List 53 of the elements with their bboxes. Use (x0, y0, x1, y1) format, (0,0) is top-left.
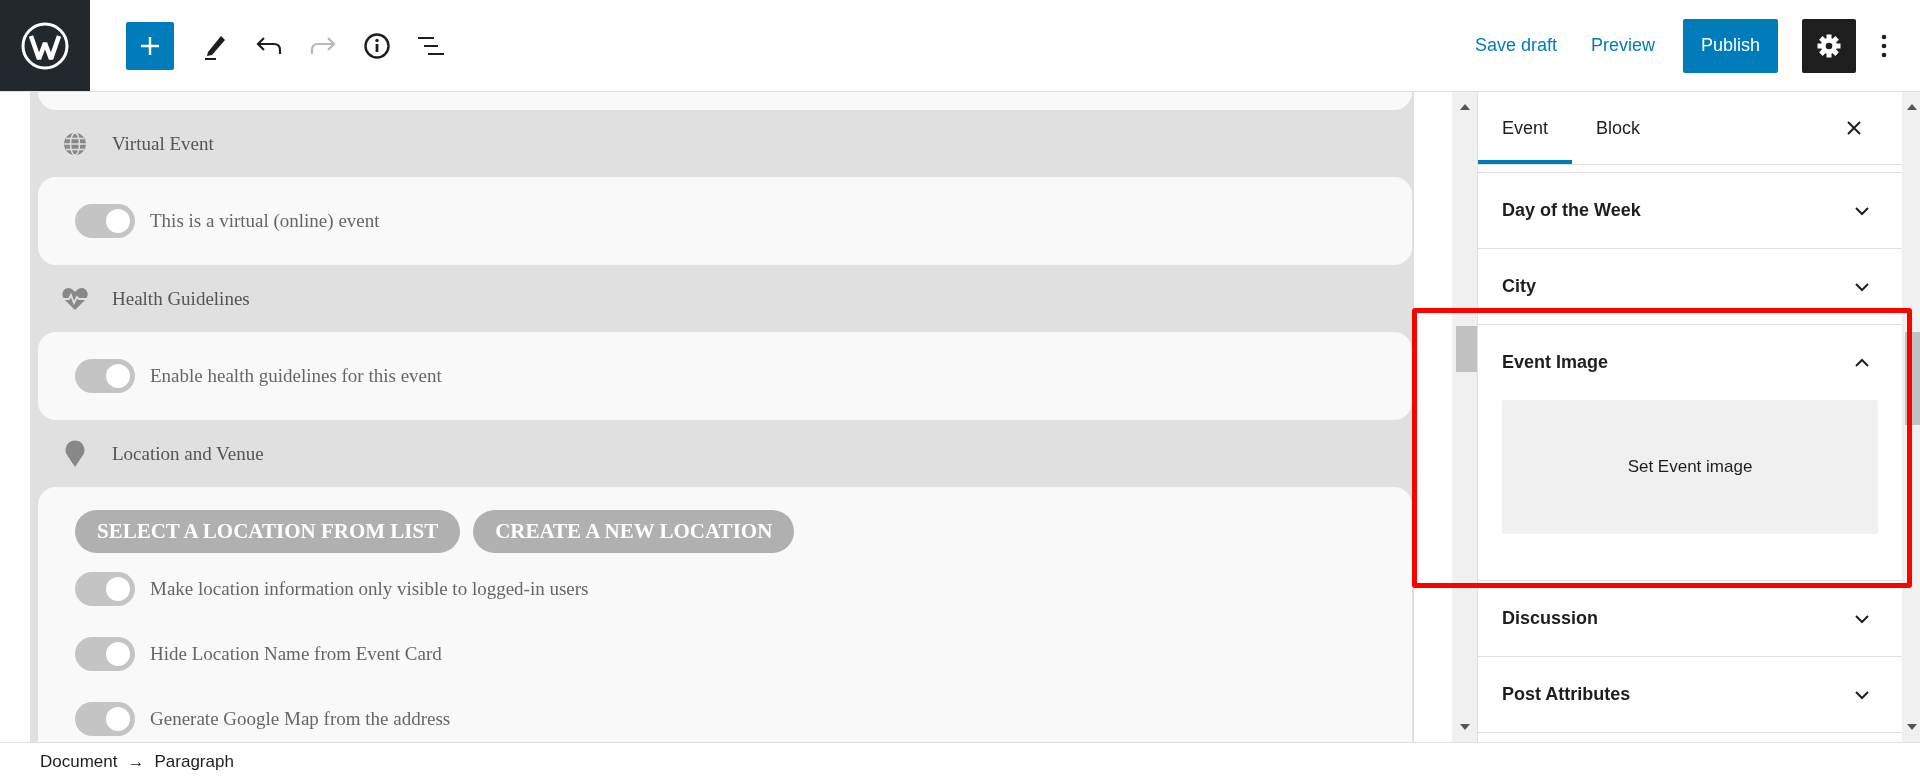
toggle-switch[interactable] (75, 359, 135, 393)
save-draft-button[interactable]: Save draft (1462, 25, 1569, 66)
chevron-down-icon (1854, 689, 1870, 700)
toggle-label: Make location information only visible to logged-in users (150, 578, 589, 600)
breadcrumb-separator: → (127, 751, 145, 772)
settings-icon (1816, 32, 1842, 59)
scrollbar[interactable] (1452, 92, 1477, 742)
panel-header[interactable]: Discussion (1478, 581, 1902, 656)
location-pin-icon (65, 439, 85, 468)
toggle-switch[interactable] (75, 204, 135, 238)
sidebar-tab[interactable]: Event (1478, 92, 1573, 164)
scroll-down-icon[interactable] (1906, 723, 1918, 731)
set-image-button[interactable]: Set Event image (1502, 400, 1878, 534)
plus-icon (139, 34, 161, 57)
publish-button[interactable]: Publish (1682, 18, 1778, 73)
chevron-down-icon (1854, 613, 1870, 624)
toggle-label: This is a virtual (online) event (150, 210, 380, 232)
sidebar-tab[interactable]: Block (1572, 92, 1665, 164)
section-title: Virtual Event (112, 132, 214, 155)
add-block-button[interactable] (126, 21, 174, 70)
more-icon (1881, 33, 1887, 58)
toggle-switch[interactable] (75, 572, 135, 606)
toggle-switch[interactable] (75, 637, 135, 671)
scroll-up-icon[interactable] (1458, 103, 1471, 111)
logo-icon (20, 20, 70, 71)
toggle-label: Hide Location Name from Event Card (150, 643, 442, 665)
undo-icon (255, 34, 283, 57)
panel-header[interactable]: City (1478, 249, 1902, 324)
section-title: Location and Venue (112, 442, 264, 465)
toggle-switch[interactable] (75, 702, 135, 736)
settings-button[interactable] (1802, 18, 1856, 73)
section-title: Health Guidelines (112, 287, 250, 310)
panel-header[interactable]: Day of the Week (1478, 173, 1902, 248)
chevron-down-icon (1854, 281, 1870, 292)
preview-button[interactable]: Preview (1578, 25, 1667, 66)
toggle-label: Generate Google Map from the address (150, 708, 451, 730)
info-icon (363, 31, 391, 60)
redo-icon (309, 34, 337, 57)
heartbeat-icon (61, 286, 89, 311)
close-icon (1846, 120, 1862, 136)
panel-header[interactable]: Event Image (1478, 325, 1902, 400)
chevron-down-icon (1854, 205, 1870, 216)
breadcrumb-item[interactable]: Paragraph (154, 751, 234, 772)
globe-icon (63, 131, 87, 156)
panel-header[interactable]: Post Attributes (1478, 657, 1902, 732)
toggle-label: Enable health guidelines for this event (150, 365, 442, 387)
logo-button[interactable] (0, 0, 90, 91)
scroll-up-icon[interactable] (1906, 103, 1918, 111)
scrollbar[interactable] (1902, 92, 1920, 742)
breadcrumb-item[interactable]: Document (40, 751, 118, 772)
scrollbar-thumb[interactable] (1456, 326, 1477, 372)
scroll-down-icon[interactable] (1458, 723, 1471, 731)
chevron-up-icon (1854, 357, 1870, 368)
